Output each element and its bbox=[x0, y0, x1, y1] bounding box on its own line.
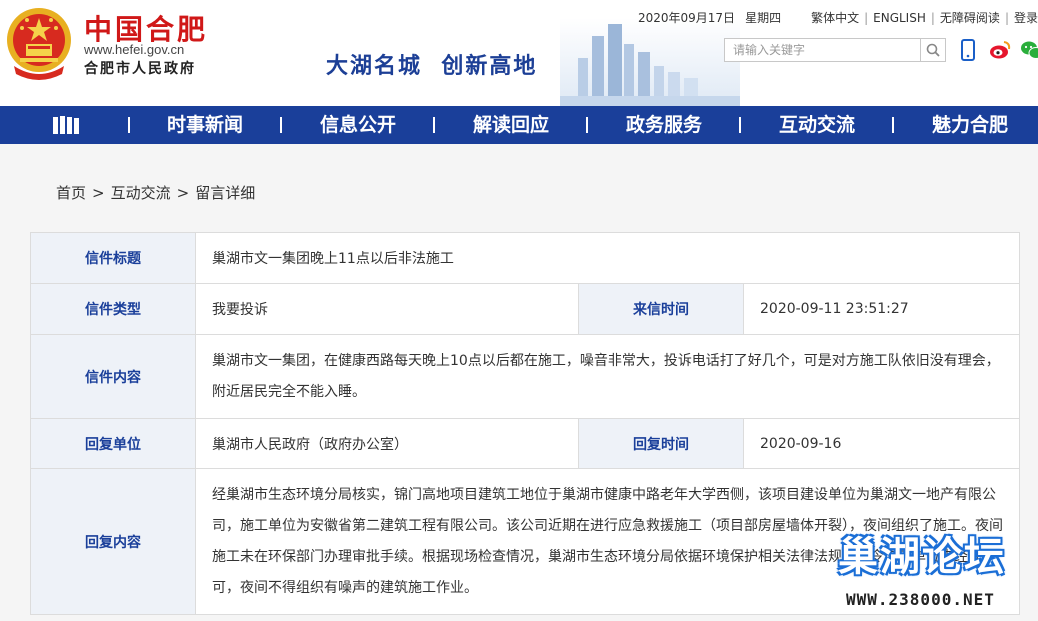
watermark-url: WWW.238000.NET bbox=[846, 590, 995, 609]
search-icon bbox=[926, 43, 940, 57]
nav-divider bbox=[280, 117, 282, 133]
reply-content-label: 回复内容 bbox=[30, 468, 196, 615]
letter-content-value: 巢湖市文一集团，在健康西路每天晚上10点以后都在施工，噪音非常大，投诉电话打了好… bbox=[195, 334, 1020, 419]
row-letter-type: 信件类型 我要投诉 来信时间 2020-09-11 23:51:27 bbox=[30, 283, 1020, 335]
forum-watermark: 巢湖论坛 WWW.238000.NET bbox=[838, 524, 1038, 621]
breadcrumb-home[interactable]: 首页 bbox=[56, 184, 86, 202]
nav-item-services[interactable]: 政务服务 bbox=[604, 106, 724, 144]
home-books-icon[interactable] bbox=[52, 115, 80, 135]
watermark-title: 巢湖论坛 bbox=[838, 534, 1006, 580]
nav-divider bbox=[433, 117, 435, 133]
nav-divider bbox=[892, 117, 894, 133]
site-url: www.hefei.gov.cn bbox=[84, 42, 185, 57]
letter-content-label: 信件内容 bbox=[30, 334, 196, 419]
reply-unit-label: 回复单位 bbox=[30, 418, 196, 469]
weibo-icon[interactable] bbox=[988, 38, 1012, 62]
current-weekday: 星期四 bbox=[745, 11, 782, 25]
current-date: 2020年09月17日 bbox=[637, 11, 736, 25]
nav-item-news[interactable]: 时事新闻 bbox=[145, 106, 265, 144]
social-icons bbox=[956, 38, 1038, 62]
accessibility-link[interactable]: 无障碍阅读 bbox=[940, 9, 1000, 26]
nav-item-interpretation[interactable]: 解读回应 bbox=[451, 106, 571, 144]
nav-item-charm-hefei[interactable]: 魅力合肥 bbox=[910, 106, 1030, 144]
mobile-icon[interactable] bbox=[956, 38, 980, 62]
letter-title-value: 巢湖市文一集团晚上11点以后非法施工 bbox=[195, 232, 1020, 284]
search-button[interactable] bbox=[920, 39, 945, 61]
top-utility-bar: 2020年09月17日 星期四 繁体中文 | ENGLISH | 无障碍阅读 |… bbox=[637, 9, 1038, 26]
login-link[interactable]: 登录 bbox=[1014, 9, 1038, 26]
reply-time-value: 2020-09-16 bbox=[743, 418, 1020, 469]
nav-divider bbox=[128, 117, 130, 133]
english-link[interactable]: ENGLISH bbox=[873, 11, 926, 25]
main-nav: 时事新闻 信息公开 解读回应 政务服务 互动交流 魅力合肥 bbox=[0, 106, 1038, 144]
slogan: 大湖名城 创新高地 bbox=[326, 54, 538, 79]
site-subtitle: 合肥市人民政府 bbox=[84, 61, 196, 77]
search-box bbox=[724, 38, 946, 62]
letter-time-value: 2020-09-11 23:51:27 bbox=[743, 283, 1020, 335]
letter-type-value: 我要投诉 bbox=[195, 283, 579, 335]
breadcrumb-current: 留言详细 bbox=[195, 184, 256, 202]
letter-time-label: 来信时间 bbox=[578, 283, 744, 335]
reply-time-label: 回复时间 bbox=[578, 418, 744, 469]
letter-title-label: 信件标题 bbox=[30, 232, 196, 284]
row-letter-content: 信件内容 巢湖市文一集团，在健康西路每天晚上10点以后都在施工，噪音非常大，投诉… bbox=[30, 334, 1020, 419]
search-input[interactable] bbox=[725, 39, 931, 61]
breadcrumb-interaction[interactable]: 互动交流 bbox=[111, 184, 171, 202]
letter-type-label: 信件类型 bbox=[30, 283, 196, 335]
breadcrumb: 首页 > 互动交流 > 留言详细 bbox=[56, 184, 256, 202]
nav-item-info-disclosure[interactable]: 信息公开 bbox=[298, 106, 418, 144]
site-header: 中国合肥 www.hefei.gov.cn 合肥市人民政府 大湖名城 创新高地 … bbox=[0, 0, 1038, 106]
row-letter-title: 信件标题 巢湖市文一集团晚上11点以后非法施工 bbox=[30, 232, 1020, 284]
city-skyline-image bbox=[560, 18, 740, 106]
nav-divider bbox=[739, 117, 741, 133]
row-reply-unit: 回复单位 巢湖市人民政府（政府办公室） 回复时间 2020-09-16 bbox=[30, 418, 1020, 469]
nav-divider bbox=[586, 117, 588, 133]
nav-item-interaction[interactable]: 互动交流 bbox=[757, 106, 877, 144]
traditional-chinese-link[interactable]: 繁体中文 bbox=[811, 9, 859, 26]
reply-unit-value: 巢湖市人民政府（政府办公室） bbox=[195, 418, 579, 469]
wechat-icon[interactable] bbox=[1020, 38, 1038, 62]
national-emblem-icon bbox=[7, 8, 71, 80]
